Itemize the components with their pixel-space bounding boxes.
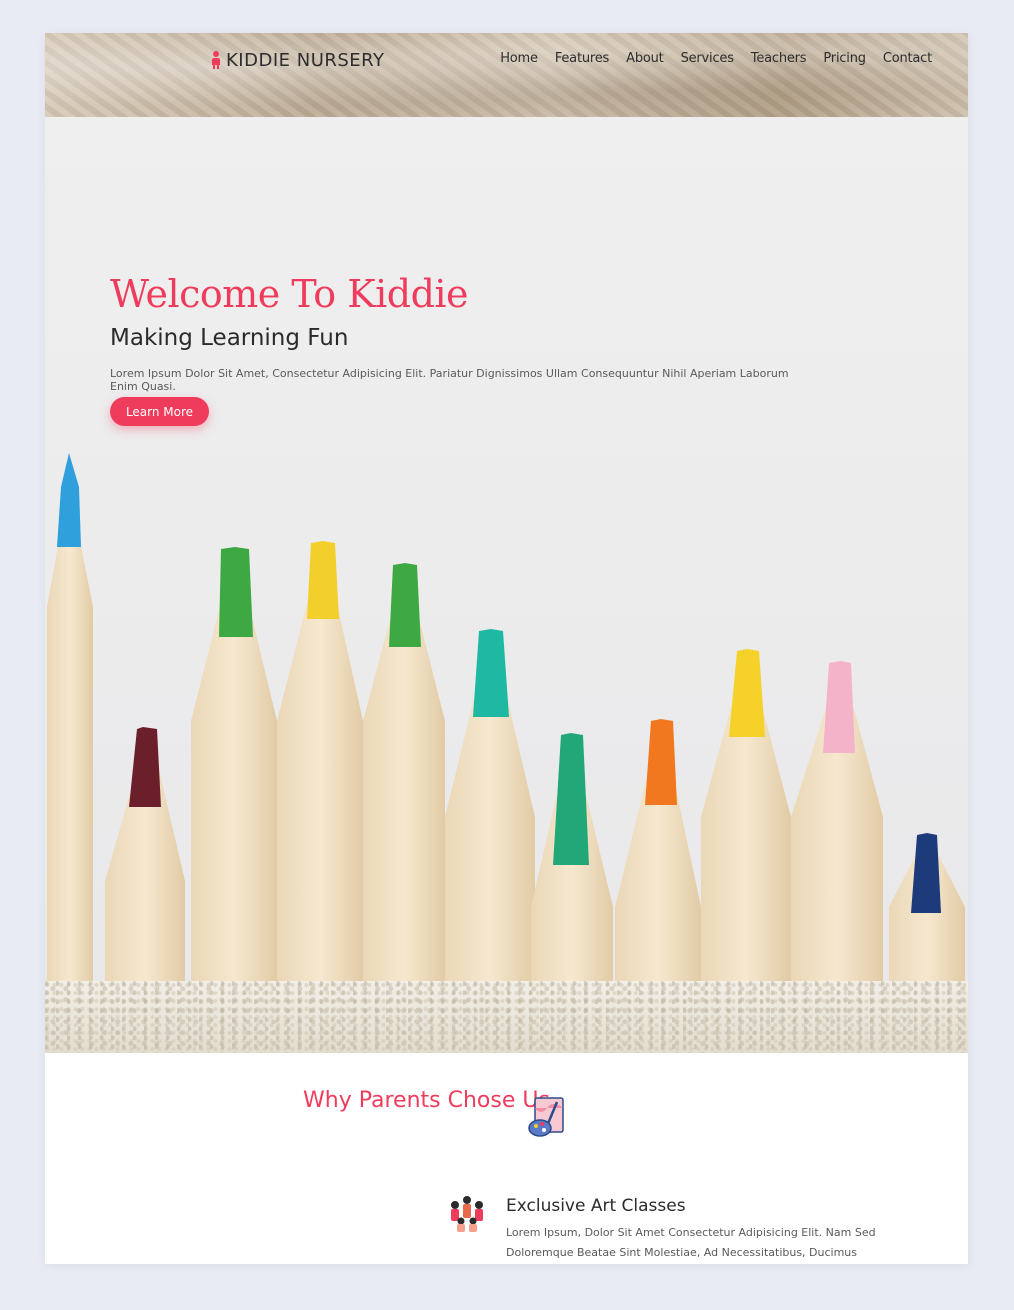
- nav-about[interactable]: About: [626, 51, 664, 66]
- nav-pricing[interactable]: Pricing: [823, 51, 866, 66]
- feature-title: Exclusive Art Classes: [506, 1196, 686, 1216]
- nav-contact[interactable]: Contact: [883, 51, 932, 66]
- nav-teachers[interactable]: Teachers: [751, 51, 807, 66]
- pencil-green3: [531, 733, 613, 981]
- pencil-navy: [889, 833, 965, 981]
- main-nav: Home Features About Services Teachers Pr…: [500, 51, 932, 66]
- hero-section: Welcome To Kiddie Making Learning Fun Lo…: [45, 117, 968, 981]
- learn-more-button[interactable]: Learn More: [110, 397, 209, 426]
- pencil-yellow2: [701, 649, 791, 981]
- hero-subtitle: Making Learning Fun: [110, 325, 349, 351]
- pencil-green2: [363, 563, 445, 981]
- pencil-blue: [47, 453, 93, 981]
- site-header: KIDDIE NURSERY Home Features About Servi…: [45, 33, 968, 117]
- person-icon: [210, 51, 222, 69]
- brand-name: KIDDIE NURSERY: [226, 49, 385, 71]
- nav-services[interactable]: Services: [681, 51, 734, 66]
- colored-pencils-image: [47, 453, 965, 981]
- pencil-green1: [191, 547, 277, 981]
- pencil-teal: [445, 629, 535, 981]
- pencil-yellow: [277, 541, 363, 981]
- brand-logo[interactable]: KIDDIE NURSERY: [210, 47, 385, 73]
- pencil-pink: [791, 661, 883, 981]
- hero-description: Lorem Ipsum Dolor Sit Amet, Consectetur …: [110, 367, 789, 393]
- nav-features[interactable]: Features: [555, 51, 610, 66]
- hero-title: Welcome To Kiddie: [110, 272, 469, 316]
- nav-home[interactable]: Home: [500, 51, 538, 66]
- kids-group-icon: [451, 1196, 483, 1232]
- page-frame: KIDDIE NURSERY Home Features About Servi…: [45, 33, 968, 1264]
- pencil-maroon: [105, 727, 185, 981]
- pencil-orange: [615, 719, 701, 981]
- palette-brush-icon: [528, 1097, 564, 1137]
- why-section-title: Why Parents Chose Us: [303, 1088, 550, 1113]
- texture-divider: [45, 981, 968, 1053]
- feature-description: Lorem Ipsum, Dolor Sit Amet Consectetur …: [506, 1226, 876, 1259]
